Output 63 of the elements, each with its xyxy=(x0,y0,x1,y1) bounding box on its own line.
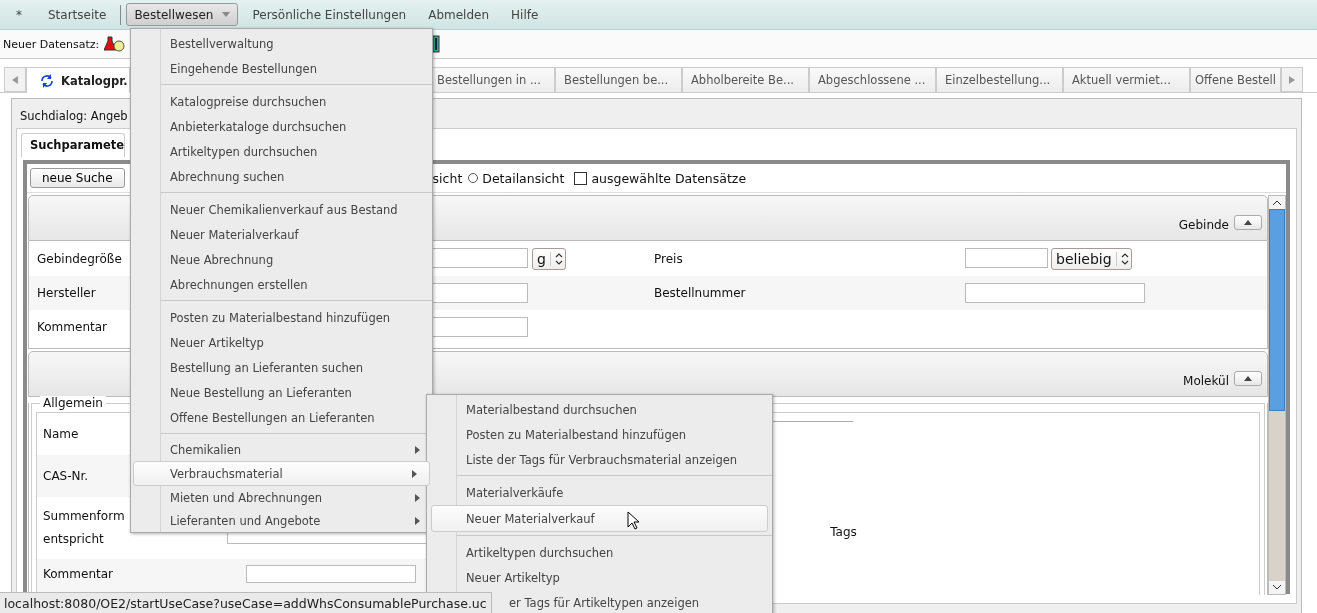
field-label: Preis xyxy=(654,252,683,266)
menu-item[interactable]: Neue Abrechnung xyxy=(131,247,432,272)
menu-item[interactable]: Neuer Chemikalienverkauf aus Bestand xyxy=(131,197,432,222)
menu-item[interactable]: Posten zu Materialbestand hinzufügen xyxy=(131,305,432,330)
menu-item[interactable]: Abmelden xyxy=(420,3,498,26)
tab-label: Katalogpr. xyxy=(61,73,128,88)
tab[interactable]: Bestellungen be... xyxy=(555,67,682,92)
menu-item[interactable]: Abrechnung suchen xyxy=(131,164,432,189)
menu-item[interactable]: Startseite xyxy=(40,3,115,26)
menu-item[interactable]: Neuer Materialverkauf xyxy=(131,222,432,247)
tab-label: Einzelbestellung... xyxy=(945,73,1051,87)
menu-item[interactable]: Bestellverwaltung xyxy=(131,31,432,56)
field-label: Summenform entspricht xyxy=(43,508,126,548)
group-title: Allgemein xyxy=(40,396,106,410)
tab[interactable]: Aktuell vermiet... xyxy=(1063,67,1190,92)
tab[interactable]: Offene Bestell xyxy=(1190,67,1281,92)
menu-item[interactable]: Neuer Artikeltyp xyxy=(427,565,772,590)
radio-label: Detailansicht xyxy=(482,170,565,186)
menu-button[interactable]: Bestellwesen xyxy=(126,3,239,26)
menu-item[interactable]: Anbieterkataloge durchsuchen xyxy=(131,114,432,139)
dropdown[interactable]: g xyxy=(532,248,566,270)
tab-label: Abholbereite Be... xyxy=(691,73,794,87)
new-search-button[interactable]: neue Suche xyxy=(30,168,125,188)
tab[interactable]: Abgeschlossene ... xyxy=(809,67,936,92)
tab-label: Offene Bestell xyxy=(1195,73,1276,87)
field-label: Bestellnummer xyxy=(654,286,746,300)
option-label: sicht xyxy=(432,170,463,186)
menu-item[interactable]: Verbrauchsmaterial xyxy=(133,461,430,486)
tab-label: Bestellungen in ... xyxy=(437,73,541,87)
menu-item[interactable]: Liste der Tags für Verbrauchsmaterial anzeigen xyxy=(427,447,772,472)
menu-item[interactable]: Abrechnungen erstellen xyxy=(131,272,432,297)
section-title: Gebinde xyxy=(1178,218,1229,232)
field-label: CAS-Nr. xyxy=(43,467,90,485)
section-title: Molekül xyxy=(1183,374,1229,388)
tab-label: Aktuell vermiet... xyxy=(1072,73,1171,87)
menu-item[interactable]: Posten zu Materialbestand hinzufügen xyxy=(427,422,772,447)
status-bar: localhost:8080/OE2/startUseCase?useCase=addWhsConsumablePurchase.uc xyxy=(0,592,492,613)
tab[interactable]: Einzelbestellung... xyxy=(936,67,1063,92)
menu-item[interactable]: * xyxy=(8,3,30,26)
tab-label: Abgeschlossene ... xyxy=(818,73,926,87)
menu-item[interactable]: Neuer Artikeltyp xyxy=(131,330,432,355)
field-label: Gebindegröße xyxy=(37,252,122,266)
menu-item[interactable]: Neuer Materialverkauf xyxy=(431,505,768,532)
menu-item[interactable]: Katalogpreise durchsuchen xyxy=(131,89,432,114)
checkbox-label: ausgewählte Datensätze xyxy=(591,170,747,186)
menu-item[interactable]: Persönliche Einstellungen xyxy=(244,3,415,26)
field-label: Kommentar xyxy=(43,566,114,583)
tags-label: Tags xyxy=(830,525,857,539)
toolbar-label: Neuer Datensatz: xyxy=(3,37,100,51)
menu-item[interactable]: Materialverkäufe xyxy=(427,480,772,505)
menu-item[interactable]: Artikeltypen durchsuchen xyxy=(427,540,772,565)
menu-item[interactable]: Hilfe xyxy=(503,3,547,26)
dropdown[interactable]: beliebig xyxy=(1051,248,1132,270)
field-label: Kommentar xyxy=(37,320,107,334)
tab[interactable]: Abholbereite Be... xyxy=(682,67,809,92)
field-label: Hersteller xyxy=(37,286,96,300)
tab[interactable]: Katalogpr. xyxy=(26,67,130,93)
dialog-title: Suchdialog: Angeb xyxy=(19,108,129,125)
tab-label: Bestellungen be... xyxy=(564,73,669,87)
menu-item[interactable]: Artikeltypen durchsuchen xyxy=(131,139,432,164)
search-parameters-tab[interactable]: Suchparamete xyxy=(21,133,125,157)
field-label: Name xyxy=(43,425,80,443)
menu-item[interactable]: Bestellung an Lieferanten suchen xyxy=(131,355,432,380)
